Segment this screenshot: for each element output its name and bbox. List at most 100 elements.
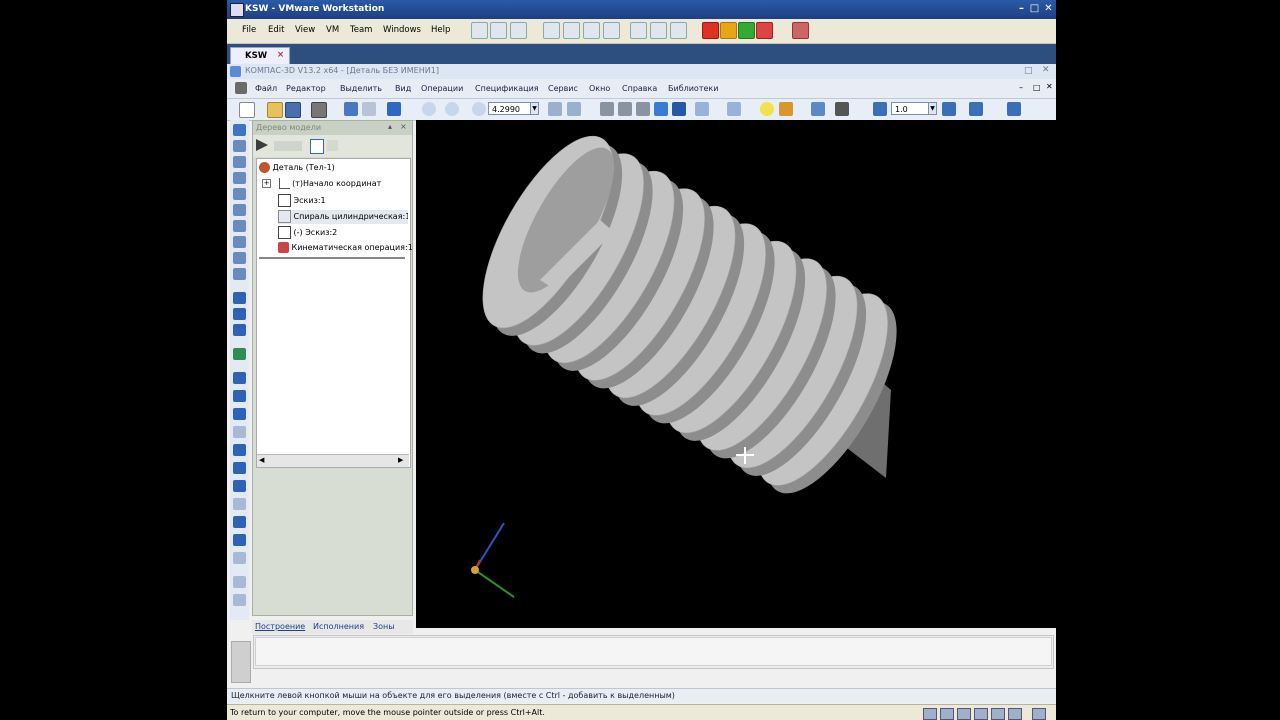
revolve-icon[interactable] (233, 308, 246, 320)
scroll-left-icon[interactable]: ◀ (259, 456, 264, 464)
tree-item-sketch2[interactable]: (-) Эскиз:2 (278, 226, 337, 240)
spec-tool-icon[interactable] (233, 236, 246, 248)
mirror-icon[interactable] (233, 480, 246, 492)
cut-icon[interactable] (233, 348, 246, 360)
kmenu-help[interactable]: Справка (622, 84, 657, 93)
tree-item-sweep[interactable]: Кинематическая операция:1 (278, 242, 413, 256)
zoom-window-icon[interactable] (422, 102, 436, 116)
unity-icon[interactable] (583, 22, 600, 39)
3d-viewport[interactable] (416, 120, 1056, 628)
tree-item-origin[interactable]: + (т)Начало координат (262, 178, 381, 192)
doc-restore-icon[interactable]: □ (1033, 83, 1041, 92)
rotate-icon[interactable] (727, 102, 741, 116)
select-tool-icon[interactable] (233, 220, 246, 232)
snap-icon[interactable] (811, 102, 825, 116)
messages-status-icon[interactable] (1032, 708, 1046, 720)
sound-status-icon[interactable] (1008, 708, 1022, 720)
tab-versions[interactable]: Исполнения (313, 622, 364, 631)
close-icon[interactable]: ✕ (1042, 3, 1055, 15)
edit-tool-icon[interactable] (233, 172, 246, 184)
print-icon[interactable] (311, 102, 327, 118)
show-thumbnail-icon[interactable] (650, 22, 667, 39)
expand-icon[interactable]: + (262, 179, 271, 188)
save-icon[interactable] (285, 102, 301, 118)
tree-close-icon[interactable]: × (400, 122, 407, 131)
maximize-icon[interactable]: □ (1028, 3, 1041, 15)
light-icon[interactable] (760, 102, 774, 116)
elements-tool-icon[interactable] (233, 268, 246, 280)
hidden-thin-icon[interactable] (636, 102, 650, 116)
extrude-icon[interactable] (233, 292, 246, 304)
snapshot-manager-icon[interactable] (510, 22, 527, 39)
kompas-close-icon[interactable]: ✕ (1042, 65, 1050, 75)
redo-icon[interactable] (362, 102, 376, 116)
tab-construction[interactable]: Построение (255, 622, 305, 631)
perspective-icon[interactable] (695, 102, 709, 116)
open-icon[interactable] (267, 102, 283, 118)
undo-icon[interactable] (344, 102, 358, 116)
dimensions-tool-icon[interactable] (233, 140, 246, 152)
show-tabs-icon[interactable] (670, 22, 687, 39)
sheet-metal-icon[interactable] (233, 576, 246, 588)
zoom-dropdown-icon[interactable]: ▼ (530, 102, 539, 115)
grid-icon[interactable] (873, 102, 887, 116)
cdrom-status-icon[interactable] (940, 708, 954, 720)
fillet-icon[interactable] (233, 372, 246, 384)
snapshot-icon[interactable] (471, 22, 488, 39)
reset-icon[interactable] (756, 22, 773, 39)
sweep-icon[interactable] (233, 324, 246, 336)
kompas-restore-icon[interactable]: □ (1024, 66, 1033, 76)
menu-view[interactable]: View (295, 25, 315, 35)
scale-dropdown-icon[interactable]: ▼ (928, 102, 937, 115)
usb-status-icon[interactable] (991, 708, 1005, 720)
chamfer-icon[interactable] (233, 390, 246, 402)
power-off-icon[interactable] (702, 22, 719, 39)
kmenu-specification[interactable]: Спецификация (475, 84, 539, 93)
notation-tool-icon[interactable] (233, 156, 246, 168)
menu-vm[interactable]: VM (326, 25, 339, 35)
document-icon[interactable] (235, 82, 247, 94)
rib-icon[interactable] (233, 426, 246, 438)
menu-help[interactable]: Help (431, 25, 450, 35)
aux-geometry-icon[interactable] (233, 552, 246, 564)
measure-tool-icon[interactable] (233, 204, 246, 216)
scroll-right-icon[interactable]: ▶ (398, 456, 403, 464)
align-icon[interactable] (969, 102, 983, 116)
kmenu-view[interactable]: Вид (395, 84, 411, 93)
menu-file[interactable]: File (242, 25, 256, 35)
local-cs-icon[interactable] (942, 102, 956, 116)
full-screen-icon[interactable] (563, 22, 580, 39)
quick-switch-icon[interactable] (543, 22, 560, 39)
measure-icon[interactable] (1007, 102, 1021, 116)
hdd-status-icon[interactable] (923, 708, 937, 720)
kmenu-file[interactable]: Файл (255, 84, 277, 93)
hidden-lines-icon[interactable] (618, 102, 632, 116)
manager-icon[interactable] (835, 102, 849, 116)
pan-icon[interactable] (548, 102, 562, 116)
kmenu-window[interactable]: Окно (589, 84, 610, 93)
tree-item-part[interactable]: Деталь (Тел-1) (259, 162, 335, 176)
network-status-icon[interactable] (974, 708, 988, 720)
tab-zones[interactable]: Зоны (373, 622, 395, 631)
menu-edit[interactable]: Edit (268, 25, 284, 35)
tab-close-icon[interactable]: × (277, 50, 284, 60)
doc-close-icon[interactable]: ✕ (1046, 82, 1053, 91)
hole-icon[interactable] (233, 408, 246, 420)
halftone-edges-icon[interactable] (672, 102, 686, 116)
tab-ksw[interactable]: KSW × (230, 47, 290, 65)
surfaces-icon[interactable] (233, 534, 246, 546)
menu-windows[interactable]: Windows (383, 25, 421, 35)
console-view-icon[interactable] (603, 22, 620, 39)
kmenu-editor[interactable]: Редактор (286, 84, 326, 93)
kmenu-operations[interactable]: Операции (421, 84, 463, 93)
new-document-icon[interactable] (239, 102, 255, 118)
model-props-icon[interactable] (387, 102, 401, 116)
tree-item-sketch1[interactable]: Эскиз:1 (278, 194, 326, 208)
power-on-icon[interactable] (738, 22, 755, 39)
tree-horizontal-scrollbar[interactable]: ◀ ▶ (257, 454, 409, 467)
menu-team[interactable]: Team (350, 25, 372, 35)
threaded-cylinder-model[interactable] (416, 120, 1056, 628)
suspend-icon[interactable] (720, 22, 737, 39)
zoom-in-icon[interactable] (445, 102, 459, 116)
diagnostics-icon[interactable] (233, 594, 246, 606)
